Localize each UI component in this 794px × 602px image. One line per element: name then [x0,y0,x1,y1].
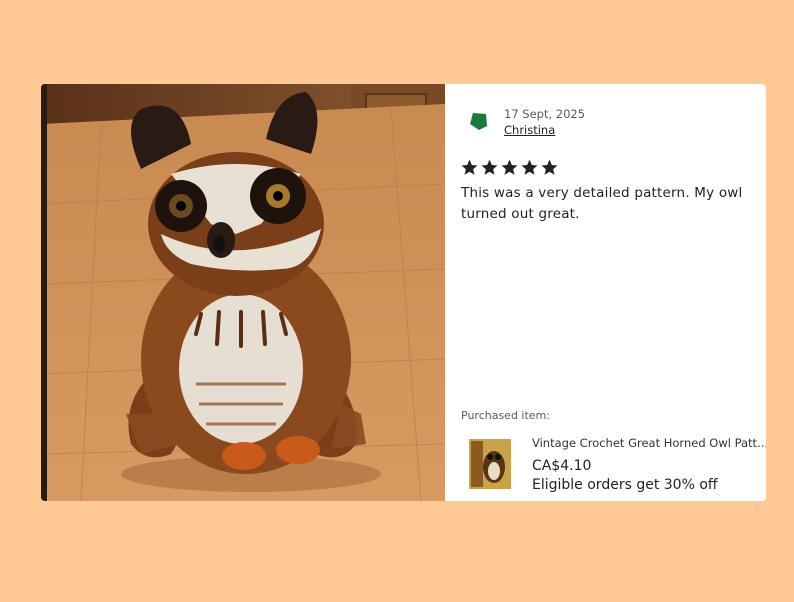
review-panel: 17 Sept, 2025 Christina This was a very … [445,84,766,501]
star-icon [521,159,538,175]
star-rating [460,158,559,177]
crochet-owl-image [41,84,445,501]
reviewer-name-link[interactable]: Christina [504,123,555,137]
purchased-item-thumbnail[interactable] [469,439,511,489]
star-icon [481,159,498,175]
review-card: 17 Sept, 2025 Christina This was a very … [41,84,766,501]
review-photo[interactable] [41,84,445,501]
reviewer-avatar-icon [470,113,487,130]
purchased-item-title-link[interactable]: Vintage Crochet Great Horned Owl Patt... [532,436,766,450]
purchased-item-price: CA$4.10 [532,458,592,474]
star-icon [461,159,478,175]
review-text: This was a very detailed pattern. My owl… [461,185,743,222]
owl-pattern-thumbnail-image [469,439,511,489]
purchased-item-promo: Eligible orders get 30% off [532,477,718,493]
star-icon [541,159,558,175]
review-date: 17 Sept, 2025 [504,107,586,121]
purchased-item-label: Purchased item: [461,409,550,422]
star-icon [501,159,518,175]
